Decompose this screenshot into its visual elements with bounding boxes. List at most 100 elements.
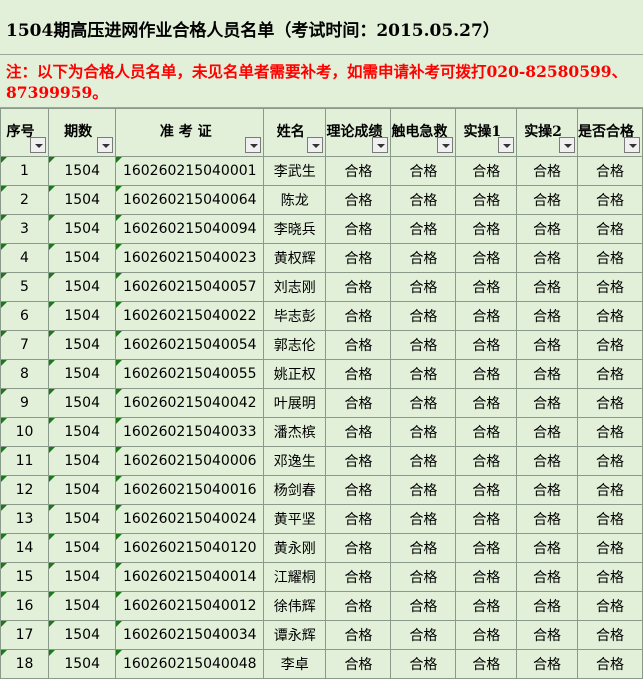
table-cell[interactable]: 合格 [390, 272, 457, 302]
table-cell[interactable]: 合格 [325, 185, 392, 215]
filter-dropdown-icon[interactable] [372, 137, 389, 153]
table-cell[interactable]: 17 [0, 620, 50, 650]
table-cell[interactable]: 刘志刚 [263, 272, 327, 302]
table-cell[interactable]: 合格 [325, 359, 392, 389]
table-cell[interactable]: 合格 [325, 417, 392, 447]
table-cell[interactable]: 潘杰槟 [263, 417, 327, 447]
table-cell[interactable]: 合格 [455, 388, 518, 418]
table-cell[interactable]: 160260215040024 [115, 504, 265, 534]
table-cell[interactable]: 合格 [455, 475, 518, 505]
table-cell[interactable]: 合格 [390, 359, 457, 389]
table-cell[interactable]: 合格 [325, 214, 392, 244]
table-cell[interactable]: 合格 [576, 591, 643, 621]
table-cell[interactable]: 叶展明 [263, 388, 327, 418]
table-cell[interactable]: 合格 [576, 272, 643, 302]
table-cell[interactable]: 合格 [576, 446, 643, 476]
table-cell[interactable]: 合格 [516, 504, 578, 534]
table-cell[interactable]: 合格 [576, 301, 643, 331]
table-cell[interactable]: 1504 [48, 591, 117, 621]
table-cell[interactable]: 8 [0, 359, 50, 389]
table-cell[interactable]: 合格 [390, 562, 457, 592]
table-cell[interactable]: 合格 [576, 475, 643, 505]
table-cell[interactable]: 合格 [455, 301, 518, 331]
filter-dropdown-icon[interactable] [437, 137, 454, 153]
table-cell[interactable]: 合格 [325, 301, 392, 331]
table-cell[interactable]: 合格 [390, 533, 457, 563]
table-cell[interactable]: 合格 [390, 620, 457, 650]
table-cell[interactable]: 合格 [325, 562, 392, 592]
table-cell[interactable]: 李武生 [263, 156, 327, 186]
table-cell[interactable]: 合格 [390, 446, 457, 476]
table-cell[interactable]: 谭永辉 [263, 620, 327, 650]
table-cell[interactable]: 1504 [48, 475, 117, 505]
table-cell[interactable]: 合格 [516, 446, 578, 476]
table-cell[interactable]: 合格 [390, 388, 457, 418]
table-cell[interactable]: 合格 [516, 272, 578, 302]
filter-dropdown-icon[interactable] [97, 137, 114, 153]
header-col-passed[interactable]: 是否合格 [576, 108, 643, 157]
table-cell[interactable]: 1504 [48, 649, 117, 679]
table-cell[interactable]: 合格 [455, 417, 518, 447]
table-cell[interactable]: 合格 [455, 272, 518, 302]
table-cell[interactable]: 合格 [576, 504, 643, 534]
table-cell[interactable]: 160260215040033 [115, 417, 265, 447]
table-cell[interactable]: 5 [0, 272, 50, 302]
table-cell[interactable]: 合格 [516, 620, 578, 650]
table-cell[interactable]: 1504 [48, 185, 117, 215]
filter-dropdown-icon[interactable] [498, 137, 515, 153]
table-cell[interactable]: 1504 [48, 156, 117, 186]
table-cell[interactable]: 合格 [455, 533, 518, 563]
table-cell[interactable]: 合格 [325, 533, 392, 563]
table-cell[interactable]: 13 [0, 504, 50, 534]
table-cell[interactable]: 6 [0, 301, 50, 331]
table-cell[interactable]: 合格 [455, 243, 518, 273]
table-cell[interactable]: 江耀桐 [263, 562, 327, 592]
table-cell[interactable]: 合格 [576, 214, 643, 244]
table-cell[interactable]: 160260215040094 [115, 214, 265, 244]
table-cell[interactable]: 黄权辉 [263, 243, 327, 273]
table-cell[interactable]: 合格 [455, 620, 518, 650]
table-cell[interactable]: 合格 [325, 446, 392, 476]
table-cell[interactable]: 1504 [48, 330, 117, 360]
table-cell[interactable]: 合格 [576, 562, 643, 592]
table-cell[interactable]: 160260215040042 [115, 388, 265, 418]
table-cell[interactable]: 1504 [48, 272, 117, 302]
table-cell[interactable]: 160260215040054 [115, 330, 265, 360]
table-cell[interactable]: 1504 [48, 243, 117, 273]
table-cell[interactable]: 合格 [576, 156, 643, 186]
table-cell[interactable]: 合格 [516, 185, 578, 215]
table-cell[interactable]: 合格 [325, 620, 392, 650]
table-cell[interactable]: 11 [0, 446, 50, 476]
table-cell[interactable]: 合格 [516, 388, 578, 418]
table-cell[interactable]: 7 [0, 330, 50, 360]
table-cell[interactable]: 合格 [576, 533, 643, 563]
table-cell[interactable]: 160260215040022 [115, 301, 265, 331]
table-cell[interactable]: 合格 [390, 504, 457, 534]
table-cell[interactable]: 160260215040023 [115, 243, 265, 273]
table-cell[interactable]: 徐伟辉 [263, 591, 327, 621]
table-cell[interactable]: 黄平坚 [263, 504, 327, 534]
table-cell[interactable]: 合格 [325, 243, 392, 273]
table-cell[interactable]: 16 [0, 591, 50, 621]
table-cell[interactable]: 合格 [455, 359, 518, 389]
table-cell[interactable]: 合格 [390, 243, 457, 273]
table-cell[interactable]: 黄永刚 [263, 533, 327, 563]
table-cell[interactable]: 合格 [455, 214, 518, 244]
header-col-seq[interactable]: 序号 [0, 108, 50, 157]
table-cell[interactable]: 合格 [325, 591, 392, 621]
table-cell[interactable]: 9 [0, 388, 50, 418]
header-col-first-aid[interactable]: 触电急救 [390, 108, 457, 157]
table-cell[interactable]: 合格 [516, 359, 578, 389]
table-cell[interactable]: 160260215040055 [115, 359, 265, 389]
table-cell[interactable]: 合格 [390, 591, 457, 621]
table-cell[interactable]: 合格 [390, 649, 457, 679]
table-cell[interactable]: 160260215040014 [115, 562, 265, 592]
table-cell[interactable]: 李卓 [263, 649, 327, 679]
table-cell[interactable]: 合格 [516, 649, 578, 679]
table-cell[interactable]: 合格 [455, 591, 518, 621]
table-cell[interactable]: 160260215040006 [115, 446, 265, 476]
table-cell[interactable]: 李晓兵 [263, 214, 327, 244]
table-cell[interactable]: 合格 [390, 417, 457, 447]
table-cell[interactable]: 合格 [516, 475, 578, 505]
table-cell[interactable]: 毕志彭 [263, 301, 327, 331]
